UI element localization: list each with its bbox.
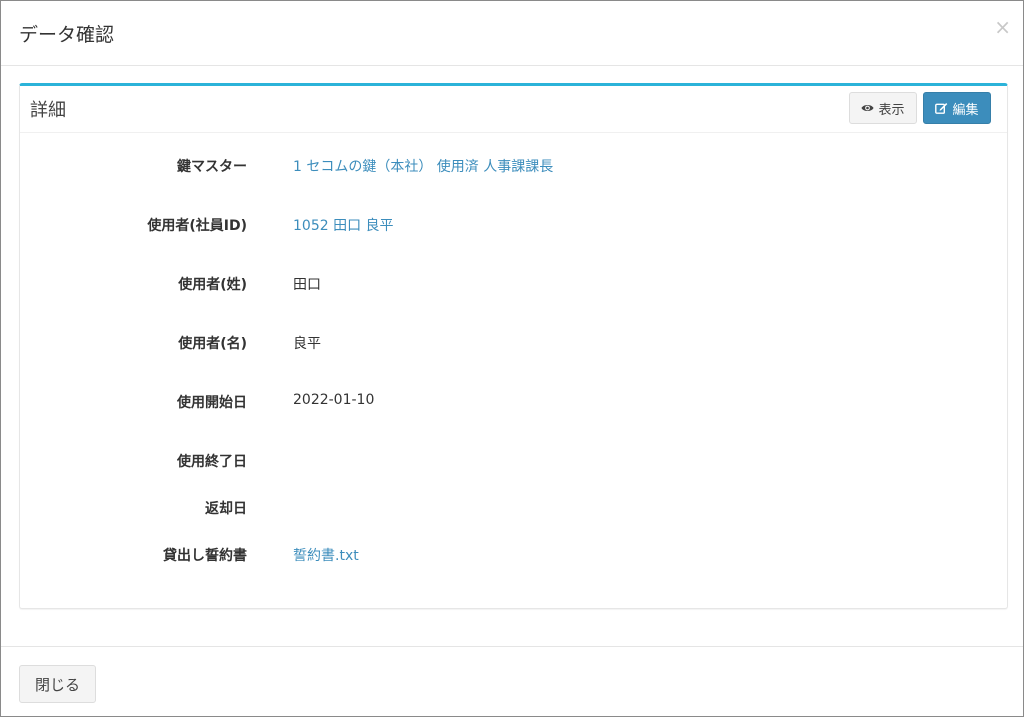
view-button-label: 表示 (878, 102, 905, 118)
start-date-value: 2022-01-10 (293, 392, 375, 408)
field-row-first-name: 使用者(名) 良平 (20, 333, 1007, 357)
modal-title: データ確認 (19, 24, 115, 46)
field-label: 使用開始日 (177, 395, 247, 411)
field-row-pledge: 貸出し誓約書 誓約書.txt (20, 545, 1007, 569)
modal-footer: 閉じる (1, 646, 1023, 717)
field-label: 返却日 (205, 501, 247, 517)
view-button[interactable]: 表示 (849, 92, 917, 124)
close-icon[interactable]: × (994, 17, 1011, 37)
field-label: 使用者(名) (178, 336, 247, 352)
field-row-start-date: 使用開始日 2022-01-10 (20, 392, 1007, 416)
pledge-file-link[interactable]: 誓約書.txt (293, 545, 359, 565)
field-label: 貸出し誓約書 (163, 548, 247, 564)
edit-button[interactable]: 編集 (923, 92, 991, 124)
field-row-end-date: 使用終了日 (20, 451, 1007, 475)
field-row-return-date: 返却日 (20, 498, 1007, 522)
edit-button-label: 編集 (952, 102, 979, 118)
edit-icon (935, 102, 948, 114)
modal-header: データ確認 × (1, 1, 1023, 66)
key-master-link[interactable]: 1 セコムの鍵（本社） 使用済 人事課課長 (293, 156, 553, 176)
field-label: 使用者(姓) (178, 277, 247, 293)
employee-link[interactable]: 1052 田口 良平 (293, 215, 394, 235)
field-label: 鍵マスター (177, 159, 247, 175)
field-label: 使用終了日 (177, 454, 247, 470)
last-name-value: 田口 (293, 277, 321, 293)
panel-title: 詳細 (30, 100, 66, 121)
field-label: 使用者(社員ID) (147, 218, 247, 234)
field-row-employee-id: 使用者(社員ID) 1052 田口 良平 (20, 215, 1007, 239)
field-row-key-master: 鍵マスター 1 セコムの鍵（本社） 使用済 人事課課長 (20, 156, 1007, 180)
eye-icon (861, 103, 874, 113)
field-row-last-name: 使用者(姓) 田口 (20, 274, 1007, 298)
panel-header: 詳細 表示 編集 (20, 86, 1007, 133)
first-name-value: 良平 (293, 336, 321, 352)
close-button[interactable]: 閉じる (19, 665, 96, 703)
data-confirm-modal: データ確認 × 詳細 表示 編集 鍵マスター 1 セコムの鍵（本社） 使用済 人… (0, 0, 1024, 717)
detail-panel: 詳細 表示 編集 鍵マスター 1 セコムの鍵（本社） 使用済 人事課課長 使用者… (19, 83, 1008, 609)
